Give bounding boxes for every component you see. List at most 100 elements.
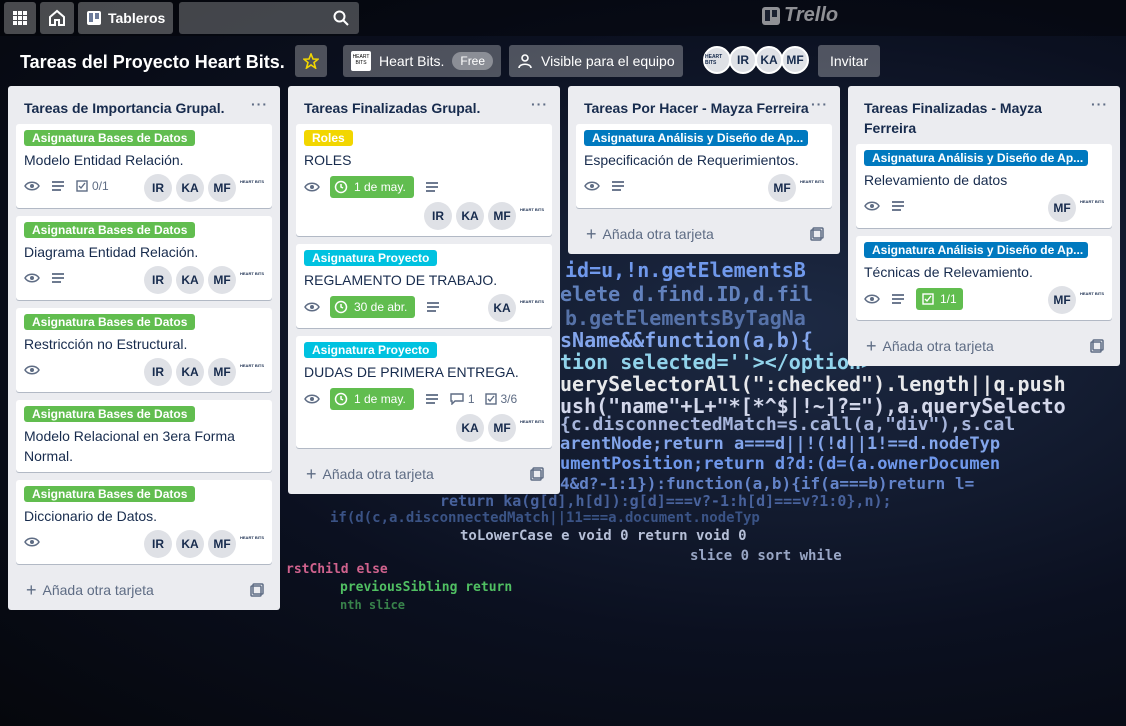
list-title[interactable]: Tareas Finalizadas - Mayza Ferreira	[864, 98, 1042, 138]
card-title: DUDAS DE PRIMERA ENTREGA.	[304, 364, 519, 380]
watch-icon	[24, 362, 40, 378]
avatar[interactable]: KA	[456, 414, 484, 442]
list[interactable]: Tareas Finalizadas Grupal. ··· Roles ROL…	[288, 86, 560, 494]
boards-button[interactable]: Tableros	[78, 2, 174, 34]
avatar[interactable]: KA	[456, 202, 484, 230]
invite-button[interactable]: Invitar	[818, 45, 881, 77]
card[interactable]: Asignatura Bases de Datos Modelo Relacio…	[16, 400, 272, 472]
avatar[interactable]: MF	[208, 266, 236, 294]
due-date-badge[interactable]: 1 de may.	[330, 388, 414, 410]
apps-button[interactable]	[4, 2, 36, 34]
card[interactable]: Roles ROLES 1 de may. IR KA MF HEART BIT…	[296, 124, 552, 236]
add-card-button[interactable]: + Añada otra tarjeta	[16, 576, 272, 604]
avatar[interactable]: KA	[755, 46, 783, 74]
card-title: Modelo Entidad Relación.	[24, 152, 184, 168]
avatar[interactable]: KA	[176, 266, 204, 294]
star-button[interactable]	[295, 45, 327, 77]
card-title: Restricción no Estructural.	[24, 336, 188, 352]
workspace-logo: HEART BITS	[520, 419, 544, 424]
list-title[interactable]: Tareas Por Hacer - Mayza Ferreira	[584, 98, 809, 118]
checklist-badge: 3/6	[484, 392, 518, 406]
board-title[interactable]: Tareas del Proyecto Heart Bits.	[20, 52, 285, 73]
search-input[interactable]	[179, 2, 360, 34]
list[interactable]: Tareas Finalizadas - Mayza Ferreira ··· …	[848, 86, 1120, 366]
checklist-count: 3/6	[500, 392, 518, 406]
card[interactable]: Asignatura Bases de Datos Diccionario de…	[16, 480, 272, 564]
avatar[interactable]: IR	[729, 46, 757, 74]
due-date-badge[interactable]: 30 de abr.	[330, 296, 416, 318]
list-header: Tareas Finalizadas Grupal. ···	[288, 86, 560, 124]
avatar[interactable]: MF	[1048, 286, 1076, 314]
card-badges	[864, 198, 906, 214]
code-line: slice 0 sort while	[690, 548, 842, 564]
card-badges	[24, 534, 40, 550]
avatar[interactable]: KA	[488, 294, 516, 322]
due-date-badge[interactable]: 1 de may.	[330, 176, 414, 198]
card[interactable]: Asignatura Proyecto DUDAS DE PRIMERA ENT…	[296, 336, 552, 448]
avatar[interactable]: MF	[1048, 194, 1076, 222]
card-title: Diccionario de Datos.	[24, 508, 158, 524]
code-line: uerySelectorAll(":checked").length||q.pu…	[560, 372, 1066, 396]
avatar[interactable]: KA	[176, 358, 204, 386]
card[interactable]: Asignatura Análisis y Diseño de Ap... Re…	[856, 144, 1112, 228]
top-header: Tableros Trello	[0, 0, 1126, 36]
card[interactable]: Asignatura Bases de Datos Diagrama Entid…	[16, 216, 272, 300]
workspace-button[interactable]: HEART BITS Heart Bits. Free	[343, 45, 502, 77]
card-template-icon[interactable]	[530, 467, 544, 481]
card-members: IR KA MF HEART BITS	[424, 202, 544, 230]
code-line: 4&d?-1:1}):function(a,b){if(a===b)return…	[560, 474, 975, 493]
visibility-button[interactable]: Visible para el equipo	[509, 45, 683, 77]
card-template-icon[interactable]	[1090, 339, 1104, 353]
list-menu-button[interactable]: ···	[1091, 96, 1108, 112]
list-title[interactable]: Tareas Finalizadas Grupal.	[304, 98, 480, 118]
avatar[interactable]: MF	[488, 414, 516, 442]
avatar[interactable]: IR	[144, 358, 172, 386]
card-label: Asignatura Bases de Datos	[24, 314, 196, 330]
list[interactable]: Tareas Por Hacer - Mayza Ferreira ··· As…	[568, 86, 840, 254]
list-menu-button[interactable]: ···	[251, 96, 268, 112]
card-label: Asignatura Bases de Datos	[24, 406, 196, 422]
code-line: elete d.find.ID,d.fil	[560, 282, 813, 306]
code-line: previousSibling return	[340, 580, 513, 595]
list-title[interactable]: Tareas de Importancia Grupal.	[24, 98, 224, 118]
card[interactable]: Asignatura Proyecto REGLAMENTO DE TRABAJ…	[296, 244, 552, 328]
clock-icon	[334, 180, 348, 194]
add-card-label: Añada otra tarjeta	[322, 466, 434, 482]
avatar[interactable]: KA	[176, 174, 204, 202]
card-label: Asignatura Bases de Datos	[24, 222, 196, 238]
avatar[interactable]: IR	[424, 202, 452, 230]
card-badges	[24, 362, 40, 378]
avatar[interactable]: MF	[488, 202, 516, 230]
code-line: if(d(c,a.disconnectedMatch||11===a.docum…	[330, 510, 760, 526]
card[interactable]: Asignatura Bases de Datos Modelo Entidad…	[16, 124, 272, 208]
card[interactable]: Asignatura Análisis y Diseño de Ap... Té…	[856, 236, 1112, 320]
watch-icon	[24, 534, 40, 550]
list[interactable]: Tareas de Importancia Grupal. ··· Asigna…	[8, 86, 280, 610]
add-card-button[interactable]: + Añada otra tarjeta	[576, 220, 832, 248]
avatar[interactable]: MF	[208, 358, 236, 386]
card[interactable]: Asignatura Bases de Datos Restricción no…	[16, 308, 272, 392]
trello-logo[interactable]: Trello	[762, 4, 838, 27]
card-template-icon[interactable]	[250, 583, 264, 597]
avatar[interactable]: MF	[768, 174, 796, 202]
card-template-icon[interactable]	[810, 227, 824, 241]
add-card-button[interactable]: + Añada otra tarjeta	[856, 332, 1112, 360]
avatar[interactable]: IR	[144, 530, 172, 558]
checklist-badge: 0/1	[76, 179, 109, 193]
card-title: Especificación de Requerimientos.	[584, 152, 799, 168]
card-title: Modelo Relacional en 3era Forma Normal.	[24, 426, 235, 466]
avatar-workspace-logo[interactable]: HEART BITS	[703, 46, 731, 74]
workspace-logo: HEART BITS	[240, 535, 264, 540]
add-card-button[interactable]: + Añada otra tarjeta	[296, 460, 552, 488]
card[interactable]: Asignatura Análisis y Diseño de Ap... Es…	[576, 124, 832, 208]
avatar[interactable]: MF	[781, 46, 809, 74]
avatar[interactable]: MF	[208, 174, 236, 202]
code-line: nth slice	[340, 598, 406, 612]
home-button[interactable]	[40, 2, 74, 34]
list-menu-button[interactable]: ···	[811, 96, 828, 112]
avatar[interactable]: IR	[144, 266, 172, 294]
avatar[interactable]: MF	[208, 530, 236, 558]
avatar[interactable]: KA	[176, 530, 204, 558]
avatar[interactable]: IR	[144, 174, 172, 202]
list-menu-button[interactable]: ···	[531, 96, 548, 112]
